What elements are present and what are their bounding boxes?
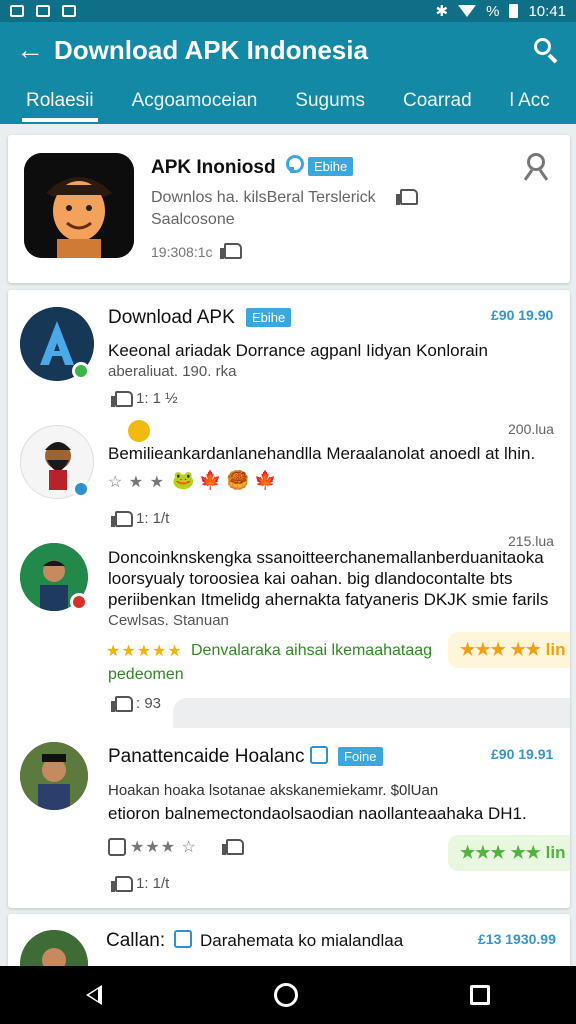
online-status-dot	[72, 362, 90, 380]
like-icon[interactable]	[396, 189, 418, 205]
post-timestamp: 200.lua	[508, 421, 554, 437]
post-text-line: Doncoinknskengka ssanoitteerchanemallanb…	[108, 548, 544, 567]
post-text-line: loorsyualy toroosiea kai oahan. big dlan…	[108, 569, 513, 588]
clock: 10:41	[528, 2, 566, 20]
nav-home-icon[interactable]	[274, 983, 298, 1007]
nav-recents-icon[interactable]	[470, 985, 490, 1005]
wifi-icon	[458, 5, 477, 17]
post-text-line: Hoakan hoaka lsotanae akskanemiekamr. $0…	[108, 782, 439, 799]
featured-subtitle: Saalcosone	[151, 211, 235, 228]
post-meta: : 93	[136, 695, 162, 712]
chip-stars: ★★★ ★★	[460, 843, 541, 862]
flag-icon	[62, 5, 76, 17]
gallery-icon	[36, 5, 50, 17]
post-badge: Ebihe	[246, 308, 292, 327]
tab-coarrad[interactable]: Coarrad	[403, 78, 472, 124]
like-icon[interactable]	[111, 696, 133, 712]
post-meta: 1: 1 ½	[136, 390, 178, 407]
post-meta: 1: 1/t	[136, 875, 170, 892]
featured-description: Downlos ha. kilsBeral Terslerick	[151, 189, 376, 206]
post-text-line: periibenkan Itmelidg ahernakta fatyaneri…	[108, 590, 549, 609]
bookmark-icon[interactable]	[108, 838, 126, 856]
like-icon[interactable]	[220, 243, 242, 259]
post-title[interactable]: Callan:	[106, 930, 165, 952]
avatar-person[interactable]	[20, 742, 88, 810]
rating-chip[interactable]: ★★★ ★★ lin	[448, 632, 570, 668]
status-bar: ✱ % 10:41	[0, 0, 576, 22]
like-icon[interactable]	[111, 391, 133, 407]
post-meta: 1: 1/t	[136, 510, 170, 527]
post-text-line: aberaliuat. 190. rka	[108, 363, 237, 380]
tab-acc[interactable]: l Acc	[510, 78, 550, 124]
page-title: Download APK Indonesia	[54, 34, 368, 65]
battery-percent: %	[486, 2, 500, 20]
like-icon[interactable]	[222, 839, 244, 855]
featured-app-card[interactable]: APK Inoniosd Ebihe Downlos ha. kilsBeral…	[8, 135, 570, 283]
featured-badge: Ebihe	[308, 157, 354, 176]
tab-rolaesii[interactable]: Rolaesii	[22, 78, 98, 124]
battery-icon	[509, 4, 519, 18]
divider-block	[173, 698, 570, 728]
rating-chip[interactable]: ★★★ ★★ lin	[448, 835, 570, 871]
post-badge: Foine	[338, 747, 383, 766]
online-status-dot	[72, 480, 90, 498]
feed-card-partial: Callan: Darahemata ko mialandlaa £13 193…	[8, 914, 570, 974]
system-nav-bar	[0, 966, 576, 1024]
tab-acgoamoceian[interactable]: Acgoamoceian	[132, 78, 258, 124]
search-icon[interactable]	[532, 36, 560, 64]
post-highlight-text: pedeomen	[108, 666, 184, 683]
feed-card: Download APK Ebihe £90 19.90 Keeonal ari…	[8, 290, 570, 908]
like-icon[interactable]	[111, 511, 133, 527]
emoji-row: 🐸 🍁 🥮 🍁	[172, 470, 277, 490]
tab-bar: Rolaesii Acgoamoceian Sugums Coarrad l A…	[0, 78, 576, 124]
post-price: £90 19.90	[491, 307, 554, 323]
featured-meta: 19:308:1c	[151, 244, 213, 260]
back-arrow-icon[interactable]: ←	[16, 36, 44, 64]
post-price: £90 19.91	[491, 746, 554, 762]
post-text-line: etioron balnemectondaolsaodian naollante…	[108, 804, 527, 823]
bluetooth-icon: ✱	[435, 3, 449, 20]
tab-sugums[interactable]: Sugums	[295, 78, 365, 124]
sun-emoji-icon	[128, 420, 150, 442]
rating-stars: ☆ ★ ★	[108, 474, 165, 491]
chip-label: lin	[545, 640, 566, 659]
online-status-dot	[70, 593, 88, 611]
app-bar: ← Download APK Indonesia Rolaesii Acgoam…	[0, 22, 576, 124]
post-title[interactable]: Panattencaide Hoalanc	[108, 746, 304, 768]
nav-back-icon[interactable]	[86, 985, 102, 1005]
post-text-line: Cewlsas. Stanuan	[108, 612, 229, 629]
app-store-icon	[310, 746, 328, 764]
rating-stars: ★★★★★	[106, 643, 183, 660]
chip-stars: ★★★ ★★	[460, 640, 541, 659]
featured-app-title[interactable]: APK Inoniosd	[151, 157, 276, 179]
post-text-line: Bemilieankardanlanehandlla Meraalanolat …	[108, 444, 536, 463]
rating-stars: ★★★ ☆	[130, 839, 197, 856]
post-text-line: Keeonal ariadak Dorrance agpanl Iidyan K…	[108, 341, 488, 360]
post-subtitle: Darahemata ko mialandlaa	[200, 931, 404, 950]
person-icon[interactable]	[523, 153, 549, 183]
post-price: £13 1930.99	[478, 931, 556, 947]
post-title[interactable]: Download APK	[108, 307, 235, 329]
like-icon[interactable]	[111, 876, 133, 892]
chip-label: lin	[545, 843, 566, 862]
post-highlight-text: Denvalaraka aihsai lkemaahataag	[191, 642, 433, 659]
notification-icon	[10, 5, 24, 17]
app-icon-cartoon[interactable]	[24, 153, 134, 258]
verified-icon	[285, 155, 304, 173]
app-store-icon	[174, 930, 192, 948]
